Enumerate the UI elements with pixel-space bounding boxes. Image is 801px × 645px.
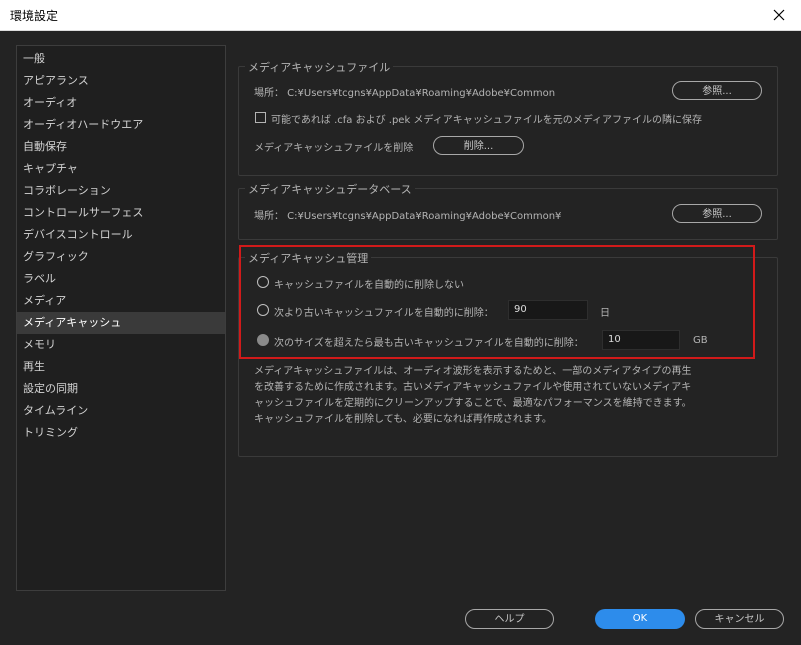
sidebar-item-audio-hardware[interactable]: オーディオハードウエア <box>17 114 225 136</box>
help-button[interactable]: ヘルプ <box>465 609 554 629</box>
sidebar-item-labels[interactable]: ラベル <box>17 268 225 290</box>
delete-cache-files-button[interactable]: 削除... <box>433 136 524 155</box>
cache-files-browse-button[interactable]: 参照... <box>672 81 762 100</box>
sidebar-item-media[interactable]: メディア <box>17 290 225 312</box>
preferences-sidebar: 一般 アピアランス オーディオ オーディオハードウエア 自動保存 キャプチャ コ… <box>16 45 226 591</box>
sidebar-item-general[interactable]: 一般 <box>17 48 225 70</box>
sidebar-item-audio[interactable]: オーディオ <box>17 92 225 114</box>
sidebar-item-memory[interactable]: メモリ <box>17 334 225 356</box>
close-button[interactable] <box>757 0 801 30</box>
sidebar-item-timeline[interactable]: タイムライン <box>17 400 225 422</box>
save-next-to-originals-label: 可能であれば .cfa および .pek メディアキャッシュファイルを元のメディ… <box>271 115 703 126</box>
sidebar-item-device-control[interactable]: デバイスコントロール <box>17 224 225 246</box>
cache-files-location: 場所： C:¥Users¥tcgns¥AppData¥Roaming¥Adobe… <box>254 88 556 99</box>
sidebar-item-collaboration[interactable]: コラボレーション <box>17 180 225 202</box>
close-icon <box>773 9 785 21</box>
cache-db-browse-button[interactable]: 参照... <box>672 204 762 223</box>
save-next-to-originals-checkbox[interactable] <box>255 112 266 123</box>
sidebar-item-media-cache[interactable]: メディアキャッシュ <box>17 312 225 334</box>
sidebar-item-trimming[interactable]: トリミング <box>17 422 225 444</box>
window-title: 環境設定 <box>10 9 59 23</box>
delete-cache-files-label: メディアキャッシュファイルを削除 <box>254 143 414 154</box>
red-highlight-annotation <box>239 245 755 359</box>
sidebar-item-capture[interactable]: キャプチャ <box>17 158 225 180</box>
media-cache-files-title: メディアキャッシュファイル <box>245 59 394 75</box>
sidebar-item-graphics[interactable]: グラフィック <box>17 246 225 268</box>
media-cache-description: メディアキャッシュファイルは、オーディオ波形を表示するためと、一部のメディアタイ… <box>254 366 692 425</box>
sidebar-item-control-surface[interactable]: コントロールサーフェス <box>17 202 225 224</box>
cache-db-location: 場所： C:¥Users¥tcgns¥AppData¥Roaming¥Adobe… <box>254 211 562 222</box>
sidebar-item-playback[interactable]: 再生 <box>17 356 225 378</box>
cancel-button[interactable]: キャンセル <box>695 609 784 629</box>
title-bar: 環境設定 <box>0 0 801 31</box>
media-cache-database-title: メディアキャッシュデータベース <box>245 181 415 197</box>
ok-button[interactable]: OK <box>595 609 685 629</box>
sidebar-item-auto-save[interactable]: 自動保存 <box>17 136 225 158</box>
sidebar-item-sync-settings[interactable]: 設定の同期 <box>17 378 225 400</box>
sidebar-item-appearance[interactable]: アピアランス <box>17 70 225 92</box>
